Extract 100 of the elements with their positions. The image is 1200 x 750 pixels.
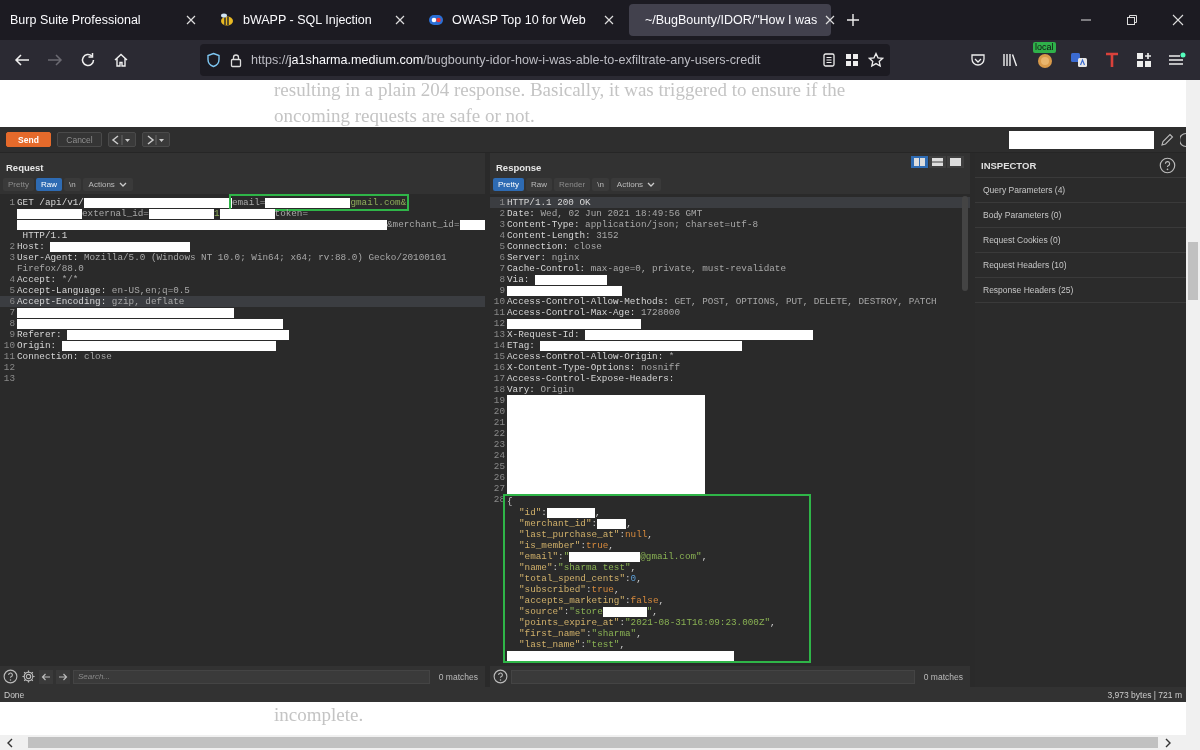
forward-arrow-icon[interactable]: [56, 669, 70, 684]
code-text: 1: [213, 208, 220, 219]
vertical-scrollbar[interactable]: [1186, 80, 1200, 735]
line-number: 4: [8, 274, 16, 285]
code-text: Access-Control-Allow-Origin:: [507, 351, 664, 362]
view-tab[interactable]: \n: [63, 178, 81, 191]
pocket-icon[interactable]: [970, 52, 986, 68]
back-arrow-icon[interactable]: [39, 669, 53, 684]
line-number: 13: [2, 373, 16, 384]
line-number: 1: [498, 197, 506, 208]
horizontal-scrollbar[interactable]: [0, 735, 1200, 750]
view-tab[interactable]: Pretty: [493, 178, 524, 191]
reader-view-icon[interactable]: [822, 53, 836, 67]
chevron-icon: [118, 181, 127, 188]
line-number: 8: [498, 274, 506, 285]
code-text: Connection:: [507, 241, 569, 252]
line-number: 9: [8, 329, 16, 340]
close-icon[interactable]: [825, 15, 836, 25]
history-forward-button[interactable]: [142, 132, 170, 147]
code-text: *: [667, 351, 675, 362]
menu-icon[interactable]: [1168, 52, 1186, 68]
home-icon[interactable]: [113, 52, 129, 68]
address-bar[interactable]: https://ja1sharma.medium.com/bugbounty-idor-how-i-was-able-to-exfiltrate-any-users-credit: [200, 44, 890, 76]
line-number: 22: [492, 428, 506, 439]
code-text: Accept:: [17, 274, 57, 285]
line-number: 2: [498, 208, 506, 219]
settings-icon[interactable]: [21, 669, 36, 684]
pencil-icon[interactable]: [1160, 132, 1174, 147]
layout-toggle[interactable]: [929, 156, 946, 168]
code-text: Access-Control-Expose-Headers:: [507, 373, 675, 384]
line-number: 23: [492, 439, 506, 450]
restore-icon[interactable]: [1126, 14, 1138, 26]
tab-title: ~/BugBounty/IDOR/"How I was: [645, 13, 818, 27]
code-text: Via:: [507, 274, 531, 285]
close-icon[interactable]: [1172, 14, 1184, 26]
code-text: 1728000: [639, 307, 680, 318]
code-text: ,: [636, 628, 642, 639]
line-number: 20: [492, 406, 506, 417]
url-text: https://ja1sharma.medium.com/bugbounty-idor-how-i-was-able-to-exfiltrate-any-users-credit: [251, 53, 762, 67]
line-number: 7: [498, 263, 506, 274]
layout-toggle[interactable]: [911, 156, 928, 168]
chevron-icon: [647, 181, 656, 188]
line-number: 8: [8, 318, 16, 329]
tab-title: Burp Suite Professional: [10, 13, 142, 27]
tab-title: bWAPP - SQL Injection: [243, 13, 373, 27]
code-text: "test": [585, 639, 620, 650]
close-icon[interactable]: [186, 15, 196, 25]
search-field[interactable]: Search...: [73, 669, 430, 684]
code-text: close: [82, 351, 112, 362]
code-text: ,: [613, 584, 620, 595]
code-text: "name": [519, 562, 553, 573]
code-editor[interactable]: [0, 194, 485, 666]
actions-menu[interactable]: Actions: [82, 178, 133, 191]
bee-icon: [219, 12, 235, 28]
code-text: X-Content-Type-Options:: [507, 362, 636, 373]
code-text: "is_member": [519, 540, 581, 551]
view-tab[interactable]: \n: [592, 178, 609, 191]
view-tab[interactable]: Raw: [35, 178, 62, 191]
code-text: X-Request-Id:: [507, 329, 581, 340]
code-text: HTTP/1.1: [21, 230, 68, 241]
line-number: 21: [492, 417, 506, 428]
actions-menu[interactable]: Actions: [610, 178, 662, 191]
scrollbar-thumb[interactable]: [962, 196, 968, 291]
code-text: external_id=: [82, 208, 149, 219]
line-number: 19: [492, 395, 506, 406]
close-icon[interactable]: [604, 15, 614, 25]
code-text: Referer:: [17, 329, 63, 340]
view-tab[interactable]: Raw: [525, 178, 552, 191]
new-tab-icon[interactable]: [846, 13, 860, 27]
code-text: close: [572, 241, 602, 252]
browser-tab[interactable]: Burp Suite Professional: [2, 4, 204, 36]
reload-icon[interactable]: [80, 52, 96, 68]
line-number: 16: [492, 362, 506, 373]
back-arrow-icon[interactable]: [14, 52, 30, 68]
code-text: @gmail.com": [640, 551, 702, 562]
history-back-button[interactable]: [108, 132, 136, 147]
line-number: 26: [492, 472, 506, 483]
redaction-bar: [597, 518, 627, 529]
extensions-icon[interactable]: [1136, 52, 1152, 68]
code-text: "total_spend_cents": [519, 573, 625, 584]
star-icon[interactable]: [868, 52, 884, 68]
t-extension-icon[interactable]: [1104, 51, 1120, 69]
code-text: Access-Control-Allow-Methods:: [507, 296, 669, 307]
line-number: 10: [2, 340, 16, 351]
translate-icon[interactable]: [1070, 51, 1088, 69]
code-text: true: [591, 584, 614, 595]
close-icon[interactable]: [395, 15, 405, 25]
scroll-left-icon[interactable]: [6, 737, 14, 748]
browser-tab[interactable]: bWAPP - SQL Injection: [211, 4, 413, 36]
line-number: 4: [498, 230, 506, 241]
grid-icon[interactable]: [845, 53, 859, 67]
library-icon[interactable]: [1002, 52, 1020, 68]
code-text: ,: [630, 562, 637, 573]
code-text: Cache-Control:: [507, 263, 586, 274]
code-text: :: [563, 606, 570, 617]
scroll-right-icon[interactable]: [1164, 737, 1172, 748]
browser-tab[interactable]: OWASP Top 10 for Web: [420, 4, 622, 36]
code-text: Mozilla/5.0 (Windows NT 10.0; Win64; x64; rv:88.0) Gecko/20100101: [82, 252, 447, 263]
layout-toggle[interactable]: [947, 156, 964, 168]
match-count: 0 matches: [923, 671, 964, 682]
